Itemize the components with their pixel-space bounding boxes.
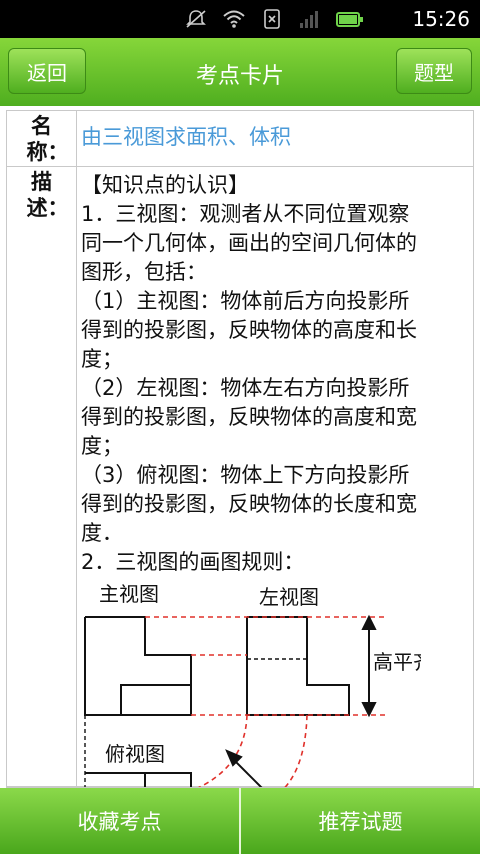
description-line: 【知识点的认识】 (81, 173, 249, 197)
description-line: 度； (81, 434, 123, 458)
question-type-button[interactable]: 题型 (396, 48, 472, 94)
favorite-button[interactable]: 收藏考点 (0, 788, 239, 854)
diagonal-arrow (225, 749, 263, 787)
mute-icon (184, 9, 208, 29)
description-line: 度； (81, 347, 123, 371)
height-rule-label: 高平齐 (373, 650, 421, 674)
recommend-questions-button[interactable]: 推荐试题 (241, 788, 480, 854)
description-label: 描述： (7, 167, 77, 786)
knowledge-card[interactable]: 名称： 由三视图求面积、体积 描述： 【知识点的认识】 1．三视图：观测者从不同… (6, 110, 474, 788)
description-line: 得到的投影图，反映物体的高度和宽 (81, 405, 417, 429)
status-bar: 15:26 (0, 0, 480, 38)
battery-icon (336, 9, 363, 29)
top-view-label: 俯视图 (105, 742, 165, 766)
signal-icon (298, 9, 322, 29)
description-line: 2．三视图的画图规则： (81, 550, 305, 574)
wifi-icon (222, 9, 246, 29)
three-view-figure: 主视图 左视图 高平 俯视图 (84, 582, 433, 787)
description-line: 度． (81, 521, 123, 545)
name-label: 名称： (7, 111, 77, 166)
sim-icon (260, 9, 284, 29)
status-icons (184, 9, 363, 29)
topic-name-link[interactable]: 由三视图求面积、体积 (81, 125, 291, 149)
status-clock: 15:26 (412, 7, 470, 31)
description-line: （3）俯视图：物体上下方向投影所 (81, 463, 410, 487)
left-view-shape (246, 616, 350, 716)
description-line: （2）左视图：物体左右方向投影所 (81, 376, 410, 400)
left-view-label: 左视图 (259, 585, 319, 609)
description-row: 描述： 【知识点的认识】 1．三视图：观测者从不同位置观察 同一个几何体，画出的… (7, 167, 473, 787)
bottom-action-bar: 收藏考点 推荐试题 (0, 788, 480, 854)
alignment-lines (145, 616, 387, 787)
description-label-text: 描述： (26, 170, 69, 220)
name-label-text: 名称： (26, 114, 69, 164)
description-line: 图形，包括： (81, 260, 207, 284)
description-line: 得到的投影图，反映物体的高度和长 (81, 318, 417, 342)
name-row: 名称： 由三视图求面积、体积 (7, 111, 473, 167)
front-view-label: 主视图 (99, 582, 159, 606)
top-view-shape (85, 772, 192, 787)
description-line: 同一个几何体，画出的空间几何体的 (81, 231, 417, 255)
title-bar: 返回 考点卡片 题型 (0, 38, 480, 106)
name-value-cell: 由三视图求面积、体积 (77, 111, 473, 166)
description-line: （1）主视图：物体前后方向投影所 (81, 289, 410, 313)
description-body: 【知识点的认识】 1．三视图：观测者从不同位置观察 同一个几何体，画出的空间几何… (77, 167, 473, 787)
front-view-shape (84, 616, 192, 716)
description-line: 得到的投影图，反映物体的长度和宽 (81, 492, 417, 516)
description-line: 1．三视图：观测者从不同位置观察 (81, 202, 410, 226)
